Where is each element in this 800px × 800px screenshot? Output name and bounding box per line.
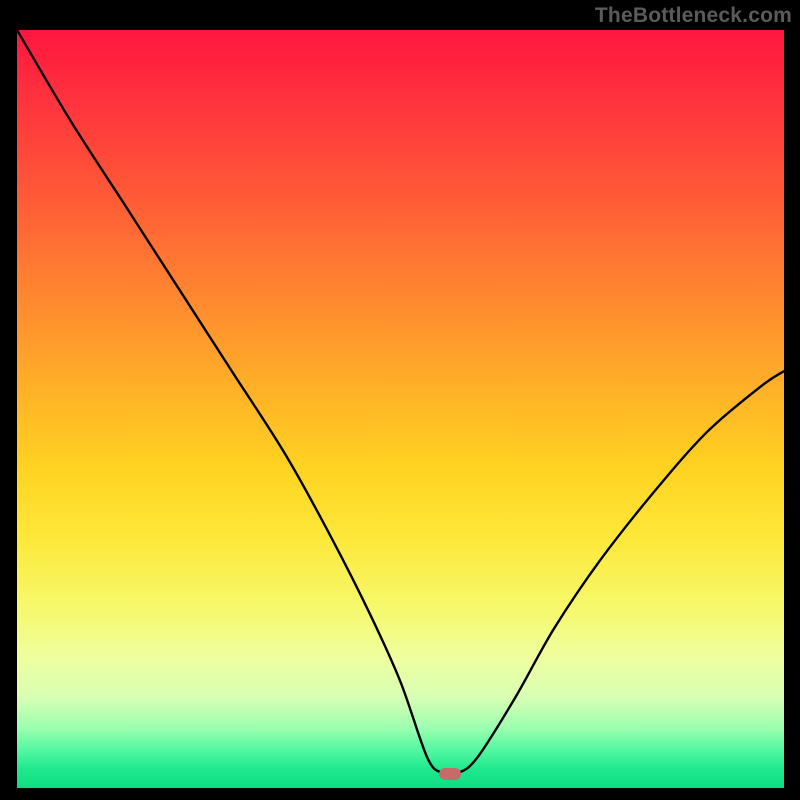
plot-area [17, 30, 784, 788]
curve-path [17, 30, 784, 775]
bottleneck-curve [17, 30, 784, 788]
watermark-text: TheBottleneck.com [595, 4, 792, 28]
chart-stage: TheBottleneck.com [0, 0, 800, 800]
optimal-point-marker [439, 768, 461, 780]
